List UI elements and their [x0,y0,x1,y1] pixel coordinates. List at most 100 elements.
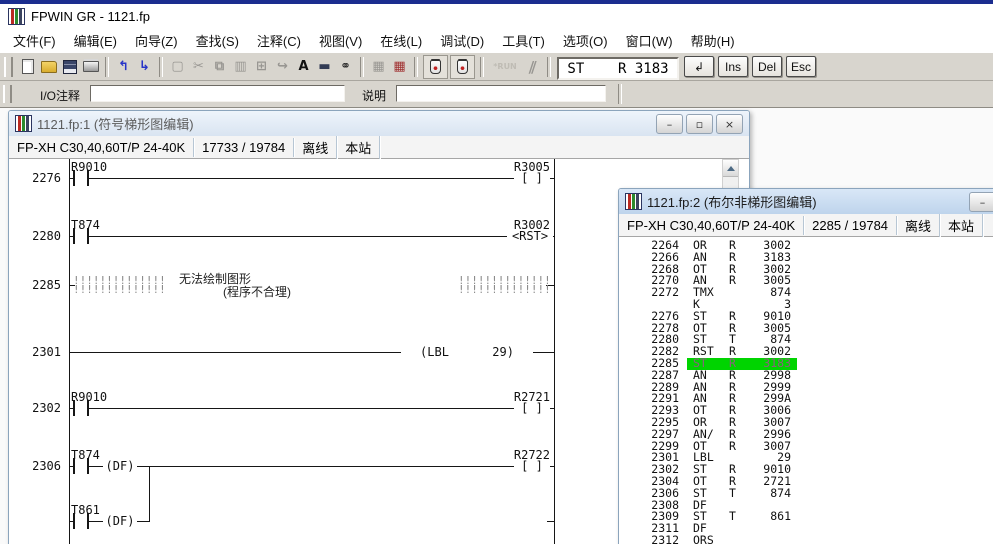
instruction-row[interactable]: 2311DF [631,523,993,535]
app-title: FPWIN GR - 1121.fp [31,9,150,24]
operand-number: 874 [751,488,791,500]
toolbar-separator [414,57,418,77]
contact-device-label: T874 [71,448,100,462]
comment-block-button[interactable]: ▬ [314,56,335,78]
instruction-row[interactable]: 2285STR3183 [631,358,993,370]
description-input[interactable] [396,85,606,102]
select-range-button[interactable]: ▢ [167,56,188,78]
ins-key-button[interactable]: Ins [718,56,748,77]
instruction-row[interactable]: 2280STT874 [631,334,993,346]
ladder-wire [69,408,554,409]
menu-item-help[interactable]: 帮助(H) [682,28,744,53]
paste-button[interactable]: ▥ [230,56,251,78]
instruction-row[interactable]: 2297AN/R2996 [631,429,993,441]
instruction-row[interactable]: 2270ANR3005 [631,275,993,287]
menu-item-comment[interactable]: 注释(C) [248,28,310,53]
coil-device-label: R3002 [488,218,550,232]
close-button[interactable]: × [716,114,743,134]
text-entry-button[interactable]: A [293,56,314,78]
instruction-row[interactable]: 2289ANR2999 [631,382,993,394]
instruction-row[interactable]: 2304OTR2721 [631,476,993,488]
io-comment-input[interactable] [90,85,345,102]
step-run-button[interactable]: ∥ [518,56,546,78]
error-marks-left: !!!!!!!!!!!!!! !!!!!!!!!!!!!! [73,276,166,294]
save-file-button[interactable] [59,56,80,78]
ladder-wire [69,466,554,467]
ladder-window-titlebar[interactable]: 1121.fp:1 (符号梯形图编辑) – ▫ × [9,111,749,136]
instruction-row[interactable]: 2293OTR3006 [631,405,993,417]
run-mode-button[interactable]: *RUN [488,56,522,78]
online-button[interactable] [423,55,448,79]
toolbar-separator [360,57,364,77]
new-file-button[interactable] [17,56,38,78]
instruction-row[interactable]: 2272TMX874 [631,287,993,299]
application-titlebar[interactable]: FPWIN GR - 1121.fp [0,4,993,28]
instruction-row[interactable]: 2302STR9010 [631,464,993,476]
menu-bar: 文件(F) 编辑(E) 向导(Z) 查找(S) 注释(C) 视图(V) 在线(L… [0,28,993,52]
menu-item-online[interactable]: 在线(L) [371,28,431,53]
coil-device-label: R2721 [488,390,550,404]
toolbar-separator [105,57,109,77]
open-file-button[interactable] [38,56,59,78]
cut-button[interactable]: ✂ [188,56,209,78]
df-modifier[interactable]: (DF) [103,514,137,528]
menu-item-debug[interactable]: 调试(D) [431,28,493,53]
bar-divider [618,84,622,104]
menu-item-wizard[interactable]: 向导(Z) [126,28,187,53]
instruction-row[interactable]: K3 [631,299,993,311]
instruction-row[interactable]: 2291ANR299A [631,393,993,405]
menu-item-options[interactable]: 选项(O) [554,28,617,53]
instruction-row[interactable]: 2268OTR3002 [631,264,993,276]
instruction-row[interactable]: 2309STT861 [631,511,993,523]
instruction-row[interactable]: 2282RSTR3002 [631,346,993,358]
minimize-button[interactable]: – [969,192,993,212]
scroll-up-arrow-icon[interactable] [723,160,738,177]
menu-item-file[interactable]: 文件(F) [4,28,65,53]
insert-block-button[interactable]: ⊞ [251,56,272,78]
instruction-row[interactable]: 2312ORS [631,535,993,544]
instruction-row[interactable]: 2299OTR3007 [631,441,993,453]
instruction-row[interactable]: 2264ORR3002 [631,240,993,252]
find-button[interactable]: ⚭ [335,56,356,78]
copy-button[interactable]: ⧉ [209,56,230,78]
jump-button[interactable]: ↪ [272,56,293,78]
pg-convert-up-button[interactable]: ↰ [113,56,134,78]
menu-item-search[interactable]: 查找(S) [187,28,248,53]
instruction-row[interactable]: 2306STT874 [631,488,993,500]
print-button[interactable] [80,56,101,78]
boolean-window-titlebar[interactable]: 1121.fp:2 (布尔非梯形图编辑) – [619,189,993,214]
station-status: 本站 [337,136,380,159]
enter-key-button[interactable]: ↲ [684,56,714,77]
boolean-editor-window: 1121.fp:2 (布尔非梯形图编辑) – FP-XH C30,40,60T/… [618,188,993,544]
menu-item-window[interactable]: 窗口(W) [617,28,682,53]
instruction-row[interactable]: 2276STR9010 [631,311,993,323]
label-instruction[interactable]: (LBL 29) [401,345,533,359]
instruction-row[interactable]: 2266ANR3183 [631,252,993,264]
del-key-button[interactable]: Del [752,56,782,77]
instruction-row[interactable]: 2278OTR3005 [631,323,993,335]
offline-button[interactable] [450,55,475,79]
status-display-button[interactable]: ▦ [389,56,410,78]
operand-type: T [729,511,751,523]
pg-convert-down-button[interactable]: ↳ [134,56,155,78]
instruction-row[interactable]: 2287ANR2998 [631,370,993,382]
toolbar: ↰ ↳ ▢ ✂ ⧉ ▥ ⊞ ↪ A ▬ ⚭ ▦ ▦ [0,52,993,81]
instruction-list[interactable]: 2264ORR3002 2266ANR3183 2268OTR3002 2270… [619,237,993,544]
monitor-grid-button[interactable]: ▦ [368,56,389,78]
df-modifier[interactable]: (DF) [103,459,137,473]
minimize-button[interactable]: – [656,114,683,134]
instruction-row[interactable]: 2308DF [631,500,993,512]
restore-button[interactable]: ▫ [686,114,713,134]
menu-item-edit[interactable]: 编辑(E) [65,28,126,53]
menu-item-view[interactable]: 视图(V) [310,28,371,53]
rung-number: 2280 [9,229,61,243]
instruction-entry-field[interactable]: ST R 3183 [557,57,679,80]
opcode: ORS [693,535,729,544]
instruction-row[interactable]: 2295ORR3007 [631,417,993,429]
menu-item-tools[interactable]: 工具(T) [493,28,554,53]
esc-key-button[interactable]: Esc [786,56,816,77]
instruction-row[interactable]: 2301LBL29 [631,452,993,464]
instruction-body: ORS [687,535,797,544]
step-counter-status: 2285 / 19784 [804,216,897,235]
toolbar-grip [3,85,12,103]
